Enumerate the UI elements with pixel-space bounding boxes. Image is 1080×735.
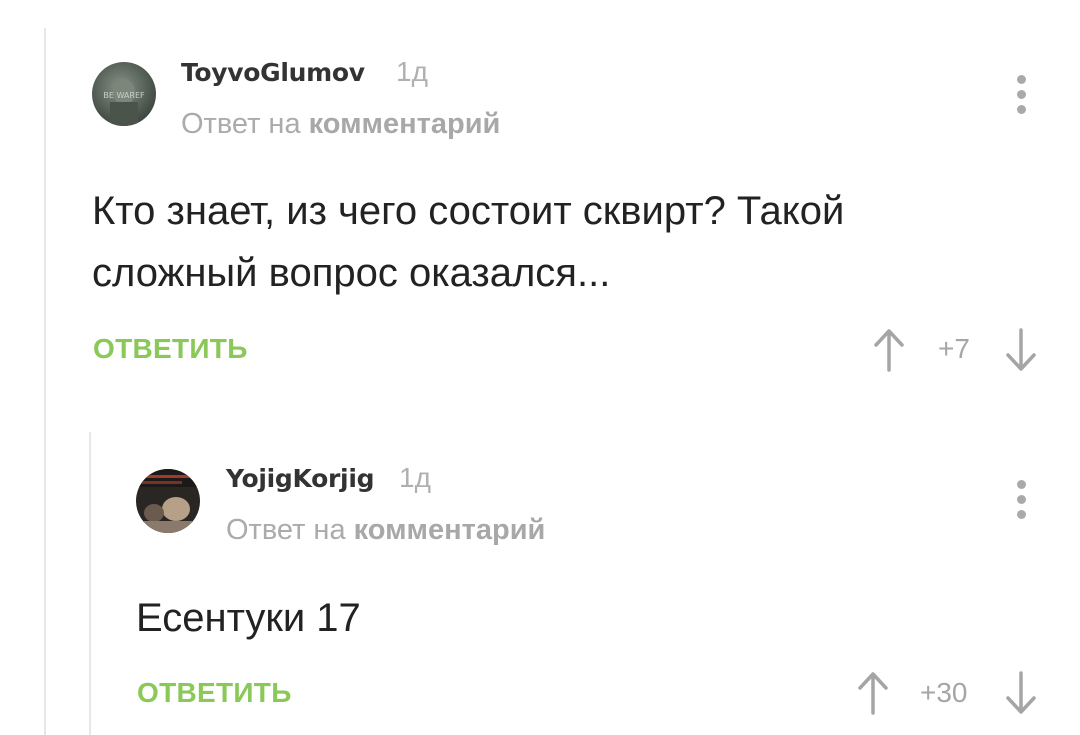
avatar[interactable]	[136, 469, 200, 533]
more-vertical-icon	[1015, 480, 1027, 519]
reply-to-line: Ответ на комментарий	[226, 514, 545, 547]
arrow-down-icon	[1006, 671, 1036, 714]
vote-score: +30	[920, 677, 968, 708]
more-options-button[interactable]	[1015, 480, 1027, 525]
avatar-image	[136, 469, 200, 533]
reply-to-prefix: Ответ на	[226, 514, 346, 546]
comment-time: 1д	[399, 462, 431, 493]
comment: YojigKorjig 1д Ответ на комментарий Есен…	[0, 0, 1080, 735]
downvote-button[interactable]	[1004, 671, 1038, 720]
comment-text: Есентуки 17	[136, 596, 361, 640]
arrow-up-icon	[858, 672, 888, 715]
reply-button[interactable]: ОТВЕТИТЬ	[137, 677, 292, 709]
reply-to-link[interactable]: комментарий	[354, 514, 546, 546]
comment-author[interactable]: YojigKorjig	[226, 464, 375, 493]
upvote-button[interactable]	[856, 671, 890, 720]
